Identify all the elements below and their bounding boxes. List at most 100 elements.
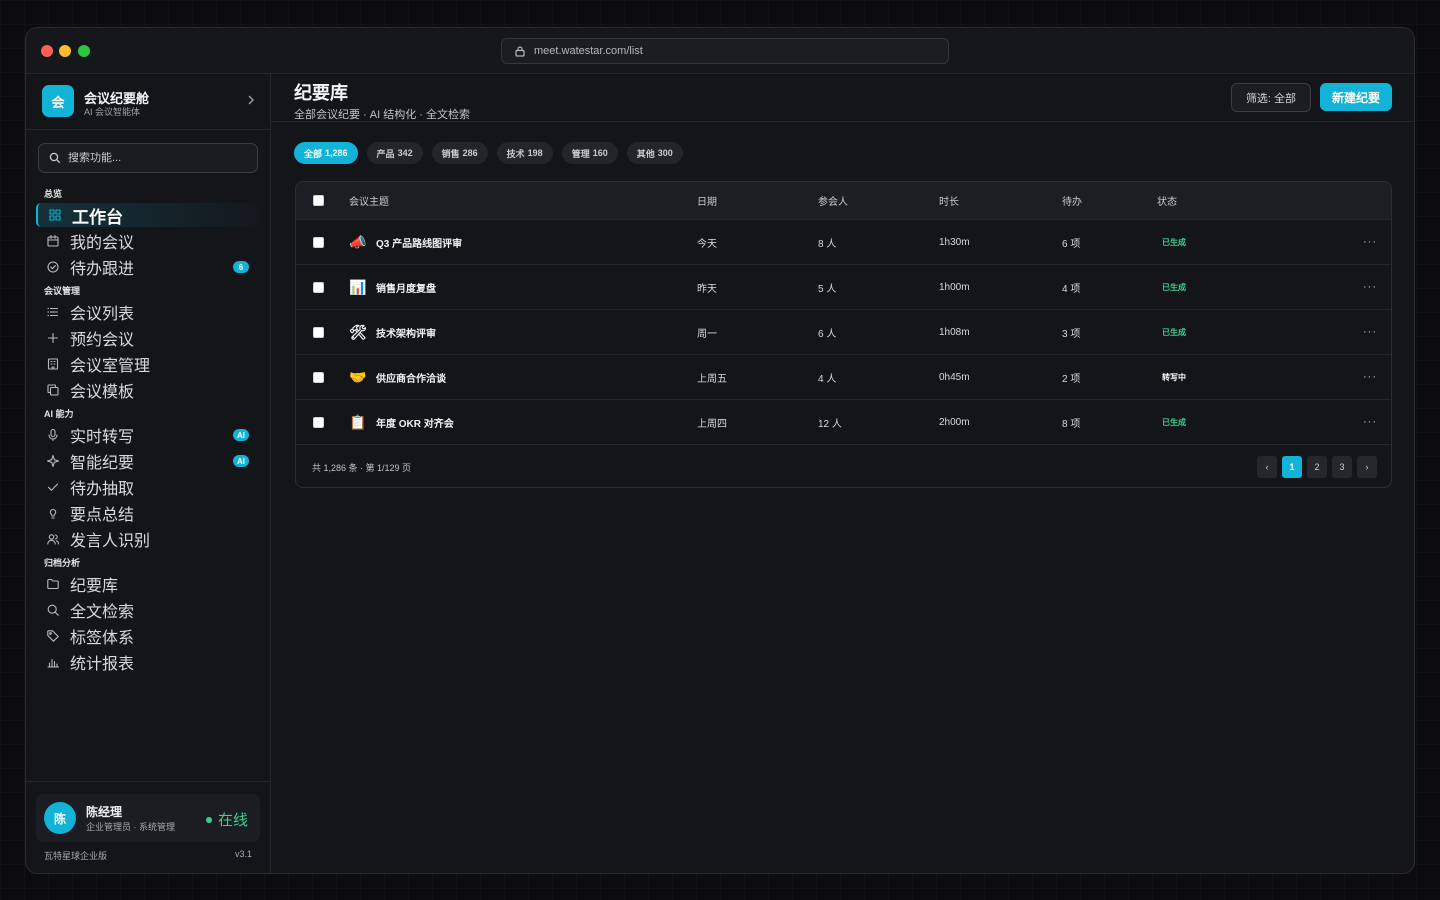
filter-chip[interactable]: 技术 198 [496,142,553,164]
topic-cell[interactable]: 🤝 供应商合作洽谈 [349,355,446,399]
copy-icon [47,384,59,396]
table-header: 会议主题 日期 参会人 时长 待办 状态 [296,182,1391,219]
row-checkbox[interactable] [313,416,324,428]
header-date[interactable]: 日期 [697,182,717,219]
user-card[interactable]: 陈 陈经理 企业管理员 · 系统管理 在线 [36,794,260,842]
page-button[interactable]: 2 [1307,456,1327,478]
search-box[interactable] [38,143,258,173]
header-status[interactable]: 状态 [1157,182,1177,219]
next-page-button[interactable]: › [1357,456,1377,478]
more-actions-icon[interactable]: ··· [1363,400,1377,444]
user-name: 陈经理 [86,805,123,819]
select-all-checkbox[interactable] [313,195,324,206]
topic-cell[interactable]: 📊 销售月度复盘 [349,265,436,309]
sidebar-item[interactable]: 标签体系 [36,624,259,648]
sidebar-item[interactable]: 会议室管理 [36,352,259,376]
sparkle-icon [46,454,60,468]
minutes-table: 会议主题 日期 参会人 时长 待办 状态 📣 Q3 产品路线图评审 今天 8 人 … [295,181,1392,488]
more-actions-icon[interactable]: ··· [1363,355,1377,399]
edition-label: 瓦特星球企业版 [44,851,108,861]
more-actions-icon[interactable]: ··· [1363,310,1377,354]
date-cell: 今天 [697,238,717,250]
sidebar-item[interactable]: 发言人识别 [36,527,259,551]
sidebar-item[interactable]: 纪要库 [36,572,259,596]
header-duration[interactable]: 时长 [939,182,959,219]
chip-label: 技术 [506,148,525,159]
sidebar-item[interactable]: 工作台 [36,203,259,227]
status-badge: 转写中 [1162,372,1186,382]
new-minutes-button[interactable]: 新建纪要 [1320,83,1392,111]
meeting-type-icon: 🛠 [349,323,367,340]
todo-cell: 6 项 [1062,238,1081,250]
prev-page-button[interactable]: ‹ [1257,456,1277,478]
date-cell: 昨天 [697,283,717,295]
divider [26,129,270,130]
topic-cell[interactable]: 🛠 技术架构评审 [349,310,436,354]
sidebar-item[interactable]: 待办抽取 [36,475,259,499]
sidebar-item[interactable]: 会议模板 [36,378,259,402]
online-status: 在线 [205,809,248,830]
chip-count: 1,286 [325,148,348,158]
duration-cell: 1h30m [939,236,970,248]
brand-logo: 会 [42,85,74,117]
more-actions-icon[interactable]: ··· [1363,265,1377,309]
row-checkbox[interactable] [313,326,324,338]
sidebar-item[interactable]: 我的会议 [36,229,259,253]
sidebar-item[interactable]: 统计报表 [36,650,259,674]
page-subtitle: 全部会议纪要 · AI 结构化 · 全文检索 [294,109,470,121]
app-window: meet.watestar.com/list 会 会议纪要舱 AI 会议智能体 … [25,27,1415,874]
nav-badge: AI [233,429,249,441]
filter-chip[interactable]: 全部 1,286 [294,142,358,164]
header-todo[interactable]: 待办 [1062,182,1082,219]
table-footer: 共 1,286 条 · 第 1/129 页 ‹ 1 2 3 › [296,444,1391,487]
page-button[interactable]: 1 [1282,456,1302,478]
filter-chip[interactable]: 其他 300 [626,142,683,164]
todo-cell: 4 项 [1062,283,1081,295]
mic-icon [48,428,58,442]
maximize-window-button[interactable] [78,45,90,57]
filter-chip[interactable]: 管理 160 [561,142,618,164]
page-title: 纪要库 [294,83,348,103]
people-cell: 6 人 [818,328,837,340]
filter-chip[interactable]: 销售 286 [431,142,488,164]
filter-button[interactable]: 筛选: 全部 [1231,83,1311,112]
table-row[interactable]: 🤝 供应商合作洽谈 上周五 4 人 0h45m 2 项 转写中 ··· [296,354,1391,399]
nav-badge: 6 [233,261,249,273]
table-row[interactable]: 📣 Q3 产品路线图评审 今天 8 人 1h30m 6 项 已生成 ··· [296,219,1391,264]
row-select-cell [313,400,324,444]
sidebar-item-label: 会议室管理 [70,358,151,375]
filter-chip[interactable]: 产品 342 [366,142,423,164]
todo-cell: 8 项 [1062,418,1081,430]
sidebar-item[interactable]: 要点总结 [36,501,259,525]
header-topic[interactable]: 会议主题 [349,182,389,219]
date-cell: 上周五 [697,373,727,385]
chevron-right-icon [248,95,254,105]
sidebar-item[interactable]: 预约会议 [36,326,259,350]
topic-cell[interactable]: 📋 年度 OKR 对齐会 [349,400,454,444]
header-people[interactable]: 参会人 [818,182,848,219]
topic-cell[interactable]: 📣 Q3 产品路线图评审 [349,220,462,264]
minimize-window-button[interactable] [59,45,71,57]
search-input[interactable] [68,152,238,164]
sidebar-item-label: 要点总结 [70,507,135,524]
row-checkbox[interactable] [313,236,324,248]
chip-label: 产品 [376,148,395,159]
brand-switcher[interactable]: 会 会议纪要舱 AI 会议智能体 [42,85,254,119]
sidebar-item[interactable]: 实时转写 AI [36,423,259,447]
meeting-type-icon: 📋 [349,413,367,430]
row-checkbox[interactable] [313,371,324,383]
sidebar-item[interactable]: 待办跟进 6 [36,255,259,279]
sidebar-item[interactable]: 智能纪要 AI [36,449,259,473]
chip-label: 销售 [441,148,460,159]
row-checkbox[interactable] [313,281,324,293]
sidebar-item-label: 会议模板 [70,384,135,401]
address-bar[interactable]: meet.watestar.com/list [501,38,949,64]
sidebar-item[interactable]: 会议列表 [36,300,259,324]
table-row[interactable]: 📋 年度 OKR 对齐会 上周四 12 人 2h00m 8 项 已生成 ··· [296,399,1391,444]
close-window-button[interactable] [41,45,53,57]
sidebar-item[interactable]: 全文检索 [36,598,259,622]
more-actions-icon[interactable]: ··· [1363,220,1377,264]
table-row[interactable]: 📊 销售月度复盘 昨天 5 人 1h00m 4 项 已生成 ··· [296,264,1391,309]
table-row[interactable]: 🛠 技术架构评审 周一 6 人 1h08m 3 项 已生成 ··· [296,309,1391,354]
page-button[interactable]: 3 [1332,456,1352,478]
